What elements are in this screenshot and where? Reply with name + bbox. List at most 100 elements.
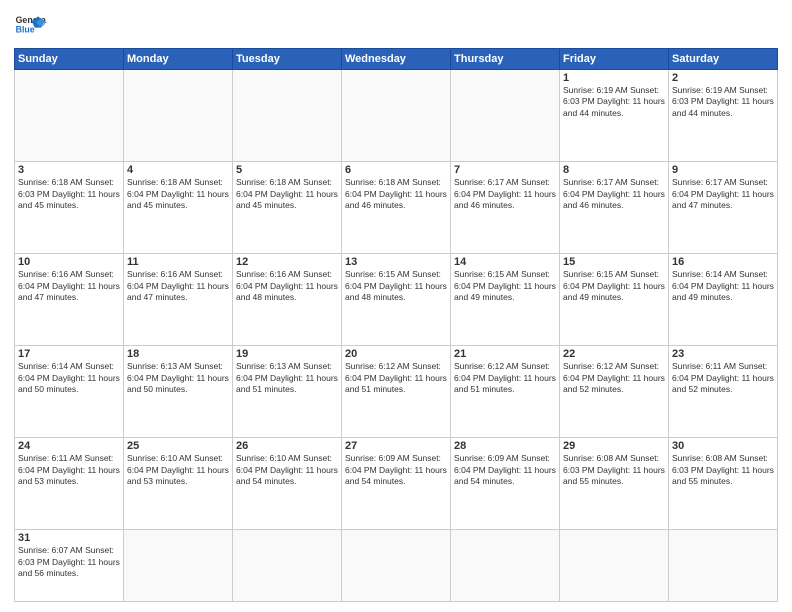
day-number: 23 xyxy=(672,348,774,360)
day-info: Sunrise: 6:12 AM Sunset: 6:04 PM Dayligh… xyxy=(563,361,665,395)
day-number: 12 xyxy=(236,256,338,268)
week-row-0: 1Sunrise: 6:19 AM Sunset: 6:03 PM Daylig… xyxy=(15,70,778,162)
calendar-cell xyxy=(15,70,124,162)
day-info: Sunrise: 6:17 AM Sunset: 6:04 PM Dayligh… xyxy=(563,177,665,211)
day-number: 28 xyxy=(454,440,556,452)
calendar-table: SundayMondayTuesdayWednesdayThursdayFrid… xyxy=(14,48,778,602)
day-number: 17 xyxy=(18,348,120,360)
day-info: Sunrise: 6:15 AM Sunset: 6:04 PM Dayligh… xyxy=(345,269,447,303)
weekday-header-row: SundayMondayTuesdayWednesdayThursdayFrid… xyxy=(15,49,778,70)
calendar-cell: 10Sunrise: 6:16 AM Sunset: 6:04 PM Dayli… xyxy=(15,254,124,346)
day-info: Sunrise: 6:07 AM Sunset: 6:03 PM Dayligh… xyxy=(18,545,120,579)
week-row-1: 3Sunrise: 6:18 AM Sunset: 6:03 PM Daylig… xyxy=(15,162,778,254)
calendar-cell: 26Sunrise: 6:10 AM Sunset: 6:04 PM Dayli… xyxy=(233,438,342,530)
day-number: 10 xyxy=(18,256,120,268)
day-number: 2 xyxy=(672,72,774,84)
day-number: 16 xyxy=(672,256,774,268)
day-number: 22 xyxy=(563,348,665,360)
calendar-cell: 5Sunrise: 6:18 AM Sunset: 6:04 PM Daylig… xyxy=(233,162,342,254)
calendar-cell xyxy=(560,530,669,602)
calendar-cell: 15Sunrise: 6:15 AM Sunset: 6:04 PM Dayli… xyxy=(560,254,669,346)
day-number: 5 xyxy=(236,164,338,176)
calendar-cell: 4Sunrise: 6:18 AM Sunset: 6:04 PM Daylig… xyxy=(124,162,233,254)
day-info: Sunrise: 6:16 AM Sunset: 6:04 PM Dayligh… xyxy=(236,269,338,303)
weekday-header-sunday: Sunday xyxy=(15,49,124,70)
day-info: Sunrise: 6:14 AM Sunset: 6:04 PM Dayligh… xyxy=(18,361,120,395)
week-row-2: 10Sunrise: 6:16 AM Sunset: 6:04 PM Dayli… xyxy=(15,254,778,346)
day-info: Sunrise: 6:09 AM Sunset: 6:04 PM Dayligh… xyxy=(345,453,447,487)
calendar-cell: 27Sunrise: 6:09 AM Sunset: 6:04 PM Dayli… xyxy=(342,438,451,530)
calendar-cell: 21Sunrise: 6:12 AM Sunset: 6:04 PM Dayli… xyxy=(451,346,560,438)
day-number: 25 xyxy=(127,440,229,452)
day-number: 31 xyxy=(18,532,120,544)
day-number: 27 xyxy=(345,440,447,452)
calendar-cell xyxy=(451,530,560,602)
day-number: 13 xyxy=(345,256,447,268)
day-number: 6 xyxy=(345,164,447,176)
day-info: Sunrise: 6:19 AM Sunset: 6:03 PM Dayligh… xyxy=(563,85,665,119)
day-info: Sunrise: 6:12 AM Sunset: 6:04 PM Dayligh… xyxy=(345,361,447,395)
day-info: Sunrise: 6:18 AM Sunset: 6:04 PM Dayligh… xyxy=(345,177,447,211)
page: General Blue SundayMondayTuesdayWednesda… xyxy=(0,0,792,612)
day-number: 18 xyxy=(127,348,229,360)
week-row-4: 24Sunrise: 6:11 AM Sunset: 6:04 PM Dayli… xyxy=(15,438,778,530)
calendar-cell: 30Sunrise: 6:08 AM Sunset: 6:03 PM Dayli… xyxy=(669,438,778,530)
day-number: 8 xyxy=(563,164,665,176)
day-info: Sunrise: 6:10 AM Sunset: 6:04 PM Dayligh… xyxy=(127,453,229,487)
day-info: Sunrise: 6:18 AM Sunset: 6:04 PM Dayligh… xyxy=(127,177,229,211)
calendar-cell: 18Sunrise: 6:13 AM Sunset: 6:04 PM Dayli… xyxy=(124,346,233,438)
calendar-cell: 20Sunrise: 6:12 AM Sunset: 6:04 PM Dayli… xyxy=(342,346,451,438)
weekday-header-friday: Friday xyxy=(560,49,669,70)
day-number: 3 xyxy=(18,164,120,176)
day-info: Sunrise: 6:18 AM Sunset: 6:03 PM Dayligh… xyxy=(18,177,120,211)
calendar-cell xyxy=(233,70,342,162)
day-number: 11 xyxy=(127,256,229,268)
day-info: Sunrise: 6:16 AM Sunset: 6:04 PM Dayligh… xyxy=(18,269,120,303)
calendar-cell: 14Sunrise: 6:15 AM Sunset: 6:04 PM Dayli… xyxy=(451,254,560,346)
calendar-cell: 17Sunrise: 6:14 AM Sunset: 6:04 PM Dayli… xyxy=(15,346,124,438)
day-info: Sunrise: 6:17 AM Sunset: 6:04 PM Dayligh… xyxy=(672,177,774,211)
calendar-cell: 3Sunrise: 6:18 AM Sunset: 6:03 PM Daylig… xyxy=(15,162,124,254)
day-info: Sunrise: 6:11 AM Sunset: 6:04 PM Dayligh… xyxy=(672,361,774,395)
day-info: Sunrise: 6:12 AM Sunset: 6:04 PM Dayligh… xyxy=(454,361,556,395)
weekday-header-monday: Monday xyxy=(124,49,233,70)
calendar-cell: 16Sunrise: 6:14 AM Sunset: 6:04 PM Dayli… xyxy=(669,254,778,346)
day-number: 20 xyxy=(345,348,447,360)
day-info: Sunrise: 6:19 AM Sunset: 6:03 PM Dayligh… xyxy=(672,85,774,119)
calendar-cell: 1Sunrise: 6:19 AM Sunset: 6:03 PM Daylig… xyxy=(560,70,669,162)
day-number: 19 xyxy=(236,348,338,360)
day-number: 14 xyxy=(454,256,556,268)
calendar-cell: 6Sunrise: 6:18 AM Sunset: 6:04 PM Daylig… xyxy=(342,162,451,254)
day-info: Sunrise: 6:14 AM Sunset: 6:04 PM Dayligh… xyxy=(672,269,774,303)
day-number: 9 xyxy=(672,164,774,176)
calendar-cell: 19Sunrise: 6:13 AM Sunset: 6:04 PM Dayli… xyxy=(233,346,342,438)
day-number: 30 xyxy=(672,440,774,452)
day-info: Sunrise: 6:11 AM Sunset: 6:04 PM Dayligh… xyxy=(18,453,120,487)
calendar-cell: 9Sunrise: 6:17 AM Sunset: 6:04 PM Daylig… xyxy=(669,162,778,254)
calendar-cell: 25Sunrise: 6:10 AM Sunset: 6:04 PM Dayli… xyxy=(124,438,233,530)
calendar-cell: 12Sunrise: 6:16 AM Sunset: 6:04 PM Dayli… xyxy=(233,254,342,346)
day-number: 4 xyxy=(127,164,229,176)
day-info: Sunrise: 6:10 AM Sunset: 6:04 PM Dayligh… xyxy=(236,453,338,487)
day-info: Sunrise: 6:16 AM Sunset: 6:04 PM Dayligh… xyxy=(127,269,229,303)
calendar-cell: 22Sunrise: 6:12 AM Sunset: 6:04 PM Dayli… xyxy=(560,346,669,438)
calendar-cell: 31Sunrise: 6:07 AM Sunset: 6:03 PM Dayli… xyxy=(15,530,124,602)
generalblue-logo-icon: General Blue xyxy=(14,10,46,42)
calendar-cell xyxy=(669,530,778,602)
calendar-cell xyxy=(451,70,560,162)
day-number: 1 xyxy=(563,72,665,84)
weekday-header-wednesday: Wednesday xyxy=(342,49,451,70)
day-number: 26 xyxy=(236,440,338,452)
day-number: 24 xyxy=(18,440,120,452)
calendar-cell: 13Sunrise: 6:15 AM Sunset: 6:04 PM Dayli… xyxy=(342,254,451,346)
calendar-cell xyxy=(124,70,233,162)
day-info: Sunrise: 6:09 AM Sunset: 6:04 PM Dayligh… xyxy=(454,453,556,487)
calendar-cell: 8Sunrise: 6:17 AM Sunset: 6:04 PM Daylig… xyxy=(560,162,669,254)
day-number: 29 xyxy=(563,440,665,452)
week-row-3: 17Sunrise: 6:14 AM Sunset: 6:04 PM Dayli… xyxy=(15,346,778,438)
day-info: Sunrise: 6:08 AM Sunset: 6:03 PM Dayligh… xyxy=(672,453,774,487)
svg-text:Blue: Blue xyxy=(16,24,35,34)
weekday-header-saturday: Saturday xyxy=(669,49,778,70)
calendar-cell xyxy=(233,530,342,602)
header: General Blue xyxy=(14,10,778,42)
